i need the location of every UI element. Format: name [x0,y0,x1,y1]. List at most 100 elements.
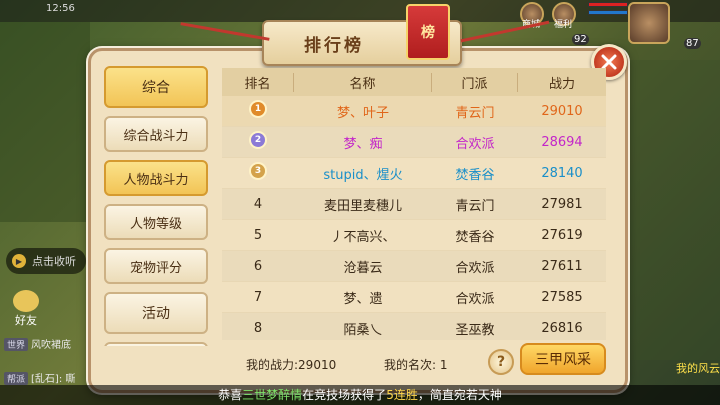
name-cell: 丿不高兴、 [330,229,396,245]
my-power-value: 29010 [298,358,337,372]
power-cell: 27619 [541,227,583,243]
category-social[interactable]: 社交 [104,342,208,346]
rank-medal-icon: 1 [222,100,294,122]
header-name: 名称 [294,72,432,92]
name-cell: 麦田里麦穗儿 [323,198,402,214]
name-cell: 陌桑乀 [343,322,383,338]
category-overall-power[interactable]: 综合战斗力 [104,116,208,152]
table-row[interactable]: 7 梦、遗 合欢派 27585 [222,282,606,313]
sect-cell: 合欢派 [455,260,495,276]
scene-right [630,60,720,360]
seal-char: 榜 [421,25,435,41]
ranking-table: 排名 名称 门派 战力 1 梦、叶子 青云门 29010 2 梦、痴 合欢派 28694 3st… [222,68,606,340]
help-icon: ? [496,354,506,370]
table-header: 排名 名称 门派 战力 [222,68,606,96]
my-rank: 我的名次: 1 [384,356,448,373]
table-row[interactable]: 6 沧暮云 合欢派 27611 [222,251,606,282]
voice-button[interactable]: ▶ 点击收听 [6,248,86,274]
status-time: 12:56 [46,3,75,14]
rank-cell: 6 [253,258,263,274]
my-rank-label: 我的名次: [384,358,437,372]
hp-bar [588,2,628,7]
power-cell: 27611 [541,258,583,274]
power-cell: 29010 [541,103,583,119]
category-pet-score[interactable]: 宠物评分 [104,248,208,284]
chat-line-guild[interactable]: 帮派 [乱石]: 嘶 [4,370,75,385]
header-rank: 排名 [222,72,294,92]
voice-label: 点击收听 [32,255,76,268]
friend-button[interactable]: 好友 [8,290,44,330]
marquee-suffix: ，简直宛若天神 [417,388,502,402]
page-title: 排行榜 [304,35,364,56]
chat-tag: 帮派 [4,372,29,385]
name-cell: 沧暮云 [343,260,383,276]
name-cell: 梦、遗 [343,291,383,307]
category-label: 宠物评分 [129,260,182,276]
category-label: 综合 [142,80,170,96]
ribbon-left [180,22,270,41]
table-row[interactable]: 2 梦、痴 合欢派 28694 [222,127,606,158]
rank-cell: 8 [253,320,263,336]
power-cell: 27585 [541,289,583,305]
name-cell: 梦、痴 [343,136,383,152]
rank-medal-icon: 2 [222,131,294,153]
power-cell: 27981 [541,196,583,212]
my-power: 我的战力:29010 [246,356,336,373]
category-character-power[interactable]: 人物战斗力 [104,160,208,196]
chat-bubble-icon [13,290,39,312]
power-cell: 28694 [541,134,583,150]
medal-icon: 2 [248,131,268,153]
play-icon: ▶ [12,254,26,268]
player-avatar[interactable] [628,2,670,44]
sect-cell: 焚香谷 [455,229,495,245]
table-row[interactable]: 4 麦田里麦穗儿 青云门 27981 [222,189,606,220]
name-cell: 梦、叶子 [336,105,389,121]
category-label: 综合战斗力 [123,128,189,144]
category-character-level[interactable]: 人物等级 [104,204,208,240]
sect-cell: 圣巫教 [455,322,495,338]
mp-bar [588,10,628,15]
power-cell: 26816 [541,320,583,336]
header-power: 战力 [548,76,575,92]
marquee-streak: 5连胜 [386,388,418,402]
hp-bars [588,2,628,24]
top-three-label: 三甲风采 [535,352,591,368]
friend-label: 好友 [15,314,37,327]
category-label: 人物等级 [129,216,182,232]
bonus-label: 福利 [554,20,573,30]
name-cell: stupid、煋火 [323,167,403,183]
category-label: 活动 [142,306,170,322]
category-list: 综合 综合战斗力 人物战斗力 人物等级 宠物评分 活动 社交 [104,66,210,346]
sect-cell: 焚香谷 [455,167,495,183]
sect-cell: 青云门 [455,105,495,121]
power-cell: 28140 [541,165,583,181]
marquee-prefix: 恭喜 [218,388,243,402]
table-row[interactable]: 8 陌桑乀 圣巫教 26816 [222,313,606,340]
help-button[interactable]: ? [488,349,514,375]
table-row[interactable]: 1 梦、叶子 青云门 29010 [222,96,606,127]
rank-cell: 4 [253,196,263,212]
medal-icon: 1 [248,100,268,122]
sect-cell: 合欢派 [455,136,495,152]
player-level: 87 [684,38,701,49]
rank-cell: 5 [253,227,263,243]
sect-cell: 青云门 [455,198,495,214]
chat-text: 风吹裙底 [31,340,72,351]
medal-icon: 3 [248,162,268,184]
medal-number: 1 [249,100,267,118]
medal-number: 2 [249,131,267,149]
title-banner: 排行榜 榜 [262,4,462,66]
table-row[interactable]: 3 stupid、煋火 焚香谷 28140 [222,158,606,189]
scene-left [0,22,90,222]
category-overall[interactable]: 综合 [104,66,208,108]
rank-medal-icon: 3 [222,162,294,184]
marquee-player: 三世梦醉情 [242,388,303,402]
category-activity[interactable]: 活动 [104,292,208,334]
rank-cell: 7 [253,289,263,305]
top-three-button[interactable]: 三甲风采 [520,343,606,375]
right-hint: 我的风云 [676,362,720,375]
table-row[interactable]: 5 丿不高兴、 焚香谷 27619 [222,220,606,251]
my-rank-value: 1 [439,358,448,372]
chat-line-world[interactable]: 世界 风吹裙底 [4,336,71,351]
sect-cell: 合欢派 [455,291,495,307]
